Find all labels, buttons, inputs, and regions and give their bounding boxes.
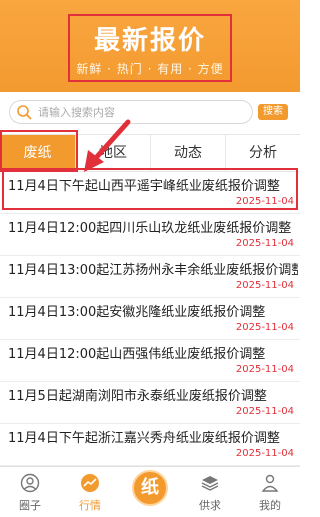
search-input[interactable]: [38, 103, 248, 121]
banner-title: 最新报价: [93, 26, 206, 56]
layers-icon: [201, 476, 219, 491]
list-item-date: 2025-11-04: [235, 322, 294, 333]
nav-market[interactable]: 行情: [60, 467, 120, 517]
list-item-title: 11月4日13:00起安徽兆隆纸业废纸报价调整: [8, 305, 266, 320]
price-banner: 最新报价 新鲜 · 热门 · 有用 · 方便: [0, 0, 300, 92]
list-item-title: 11月4日下午起浙江嘉兴秀舟纸业废纸报价调整: [8, 431, 280, 446]
tab-analysis[interactable]: 分析: [225, 135, 300, 171]
tab-region[interactable]: 地区: [75, 135, 150, 171]
banner-title-frame: 最新报价 新鲜 · 热门 · 有用 · 方便: [68, 14, 232, 82]
list-item-title: 11月4日13:00起江苏扬州永丰余纸业废纸报价调整: [8, 263, 298, 278]
list-item-date: 2025-11-04: [235, 238, 294, 249]
search-button[interactable]: 搜索: [258, 104, 288, 120]
tab-news[interactable]: 动态: [150, 135, 225, 171]
price-list: 11月4日下午起山西平遥宇峰纸业废纸报价调整 2025-11-04 11月4日1…: [0, 172, 300, 466]
list-item[interactable]: 11月4日12:00起山西强伟纸业废纸报价调整 2025-11-04: [0, 340, 300, 382]
nav-circle[interactable]: 圈子: [0, 467, 60, 517]
search-bar: 搜索: [0, 92, 300, 132]
list-item[interactable]: 11月4日12:00起四川乐山玖龙纸业废纸报价调整 2025-11-04: [0, 214, 300, 256]
list-item-date: 2025-11-04: [235, 448, 294, 459]
list-item-date: 2025-11-04: [235, 406, 294, 417]
search-box[interactable]: [9, 100, 253, 124]
list-item-title: 11月5日起湖南浏阳市永泰纸业废纸报价调整: [8, 389, 267, 404]
person-icon: [261, 474, 279, 492]
list-item-title: 11月4日12:00起山西强伟纸业废纸报价调整: [8, 347, 266, 362]
user-circle-icon: [20, 473, 40, 493]
paper-center-button[interactable]: 纸: [132, 470, 168, 506]
nav-label: 行情: [79, 499, 101, 512]
list-item[interactable]: 11月5日起湖南浏阳市永泰纸业废纸报价调整 2025-11-04: [0, 382, 300, 424]
search-icon: [17, 105, 32, 120]
list-item-date: 2025-11-04: [235, 280, 294, 291]
nav-mine[interactable]: 我的: [240, 467, 300, 517]
list-item[interactable]: 11月4日下午起浙江嘉兴秀舟纸业废纸报价调整 2025-11-04: [0, 424, 300, 466]
nav-label: 供求: [199, 499, 221, 512]
tab-highlight-frame: [0, 130, 78, 172]
nav-label: 圈子: [19, 499, 41, 512]
list-item[interactable]: 11月4日13:00起安徽兆隆纸业废纸报价调整 2025-11-04: [0, 298, 300, 340]
nav-supply-demand[interactable]: 供求: [180, 467, 240, 517]
trend-chart-icon: [81, 474, 99, 492]
banner-subtitle: 新鲜 · 热门 · 有用 · 方便: [76, 62, 224, 76]
list-item[interactable]: 11月4日13:00起江苏扬州永丰余纸业废纸报价调整 2025-11-04: [0, 256, 300, 298]
list-item-title: 11月4日12:00起四川乐山玖龙纸业废纸报价调整: [8, 221, 292, 236]
nav-label: 我的: [259, 499, 281, 512]
list-item-date: 2025-11-04: [235, 364, 294, 375]
first-item-highlight-frame: [2, 168, 298, 210]
